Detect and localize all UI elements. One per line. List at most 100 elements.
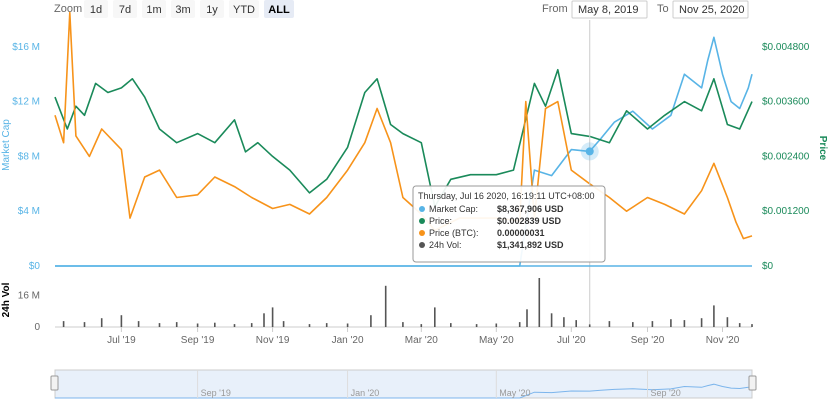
market-cap-tick-label: $16 M	[12, 42, 40, 53]
volume-tick-label: 0	[34, 322, 40, 333]
zoom-button-1y[interactable]: 1y	[200, 0, 224, 18]
zoom-button-7d[interactable]: 7d	[113, 0, 137, 18]
tooltip-series-value: $1,341,892 USD	[497, 240, 564, 250]
volume-bar	[271, 307, 274, 327]
tooltip-series-marker	[419, 242, 425, 248]
volume-bar	[538, 278, 541, 327]
tooltip-header: Thursday, Jul 16 2020, 16:19:11 UTC+08:0…	[418, 191, 595, 201]
x-tick-label: Sep '19	[181, 335, 215, 346]
tooltip: Thursday, Jul 16 2020, 16:19:11 UTC+08:0…	[412, 185, 606, 263]
price-axis: $0 $0.001200 $0.002400 $0.003600 $0.004800	[762, 42, 810, 272]
navigator-left-handle[interactable]	[50, 375, 59, 391]
volume-bar	[233, 324, 236, 327]
volume-bar	[282, 321, 285, 327]
zoom-button-all[interactable]: ALL	[264, 0, 294, 18]
market-chart: Zoom 1d 7d 1m 3m 1y YTD ALL From May 8, 2019 T…	[0, 0, 830, 400]
market-cap-tick-label: $4 M	[18, 206, 40, 217]
zoom-button-label[interactable]: YTD	[233, 4, 255, 16]
volume-bar	[384, 285, 387, 327]
series-line-price-btc	[54, 11, 753, 240]
price-tick-label: $0.003600	[762, 97, 810, 108]
x-tick-label: Nov '19	[256, 335, 290, 346]
price-tick-label: $0.004800	[762, 42, 810, 53]
crosshair	[580, 20, 599, 327]
x-tick-label: Jan '20	[332, 335, 364, 346]
navigator-tick-label: May '20	[499, 388, 530, 398]
zoom-button-label[interactable]: 7d	[119, 4, 131, 16]
price-axis-title: Price	[817, 136, 828, 161]
zoom-button-label[interactable]: 3m	[175, 4, 190, 16]
volume-bar	[563, 317, 565, 327]
zoom-button-label[interactable]: 1d	[90, 4, 102, 16]
price-tick-label: $0.002400	[762, 151, 810, 162]
volume-bar	[402, 322, 404, 327]
volume-tick-label: 16 M	[18, 291, 40, 302]
market-cap-tick-label: $0	[29, 261, 41, 272]
tooltip-series-label: Price:	[429, 216, 452, 226]
volume-bar	[450, 323, 452, 327]
volume-bar	[214, 322, 216, 327]
to-date-value[interactable]: Nov 25, 2020	[679, 4, 744, 16]
navigator-right-handle[interactable]	[748, 375, 757, 391]
volume-bar	[250, 323, 253, 327]
volume-bar	[158, 323, 161, 327]
volume-bar	[83, 322, 86, 327]
from-label: From	[542, 3, 568, 15]
from-date-value[interactable]: May 8, 2019	[578, 4, 639, 16]
volume-panel: 0 16 M	[18, 278, 753, 333]
volume-bar	[308, 324, 311, 327]
zoom-button-label[interactable]: ALL	[268, 4, 290, 16]
navigator-tick-label: Sep '19	[201, 388, 231, 398]
volume-bar	[434, 307, 436, 327]
volume-bar	[632, 322, 634, 327]
tooltip-series-marker	[419, 206, 425, 212]
market-cap-axis: $0 $4 M $8 M $12 M $16 M	[12, 42, 40, 272]
tooltip-series-label: Market Cap:	[429, 204, 478, 214]
x-tick-label: Mar '20	[405, 335, 438, 346]
tooltip-series-label: Price (BTC):	[429, 228, 479, 238]
volume-bar	[420, 324, 423, 327]
tooltip-series-value: 0.00000031	[497, 228, 545, 238]
price-tick-label: $0.001200	[762, 206, 810, 217]
volume-bar	[526, 309, 528, 327]
volume-bar	[370, 315, 372, 327]
market-cap-axis-title: Market Cap	[1, 119, 12, 171]
volume-bar	[62, 321, 65, 327]
to-date-input[interactable]: Nov 25, 2020	[672, 0, 749, 19]
x-tick-label: Jul '19	[107, 335, 136, 346]
volume-bar	[751, 324, 753, 327]
volume-bar	[575, 320, 577, 327]
from-date-input[interactable]: May 8, 2019	[571, 0, 648, 19]
volume-bar	[713, 305, 715, 327]
volume-bar	[670, 319, 672, 327]
navigator-tick-label: Sep '20	[651, 388, 681, 398]
volume-bar	[263, 313, 265, 327]
volume-bar	[518, 322, 521, 327]
volume-bar	[651, 321, 654, 327]
volume-bar	[100, 318, 103, 327]
volume-bar	[120, 315, 123, 327]
tooltip-series-marker	[419, 230, 425, 236]
market-cap-tick-label: $8 M	[18, 151, 40, 162]
zoom-button-3m[interactable]: 3m	[171, 0, 195, 18]
tooltip-series-value: $8,367,906 USD	[497, 204, 564, 214]
x-tick-label: Jul '20	[557, 335, 586, 346]
crosshair-marker	[585, 147, 594, 156]
volume-bar	[738, 323, 741, 327]
volume-bar	[726, 317, 729, 327]
volume-bar	[346, 323, 349, 327]
x-tick-label: May '20	[479, 335, 514, 346]
zoom-button-ytd[interactable]: YTD	[229, 0, 259, 18]
tooltip-series-label: 24h Vol:	[429, 240, 462, 250]
zoom-button-label[interactable]: 1m	[146, 4, 161, 16]
zoom-button-1d[interactable]: 1d	[84, 0, 108, 18]
volume-bar	[475, 324, 478, 327]
volume-bar	[700, 318, 703, 327]
chart-svg: Zoom 1d 7d 1m 3m 1y YTD ALL From May 8, 2019 T…	[1, 0, 828, 399]
volume-bar	[550, 313, 553, 327]
price-tick-label: $0	[762, 261, 774, 272]
zoom-button-1m[interactable]: 1m	[142, 0, 166, 18]
zoom-button-label[interactable]: 1y	[206, 4, 218, 16]
x-axis: Jul '19 Sep '19 Nov '19 Jan '20 Mar '20 May '…	[55, 265, 752, 346]
navigator[interactable]: Sep '19 Jan '20 May '20 Sep '20	[50, 369, 757, 399]
